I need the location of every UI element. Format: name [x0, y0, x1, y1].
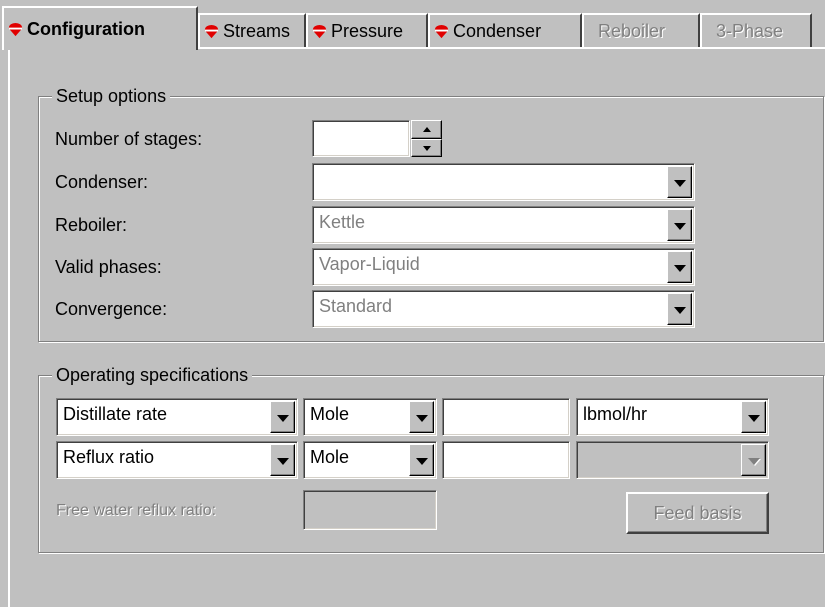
up-arrow-icon: [422, 127, 431, 132]
tab-label: 3-Phase: [716, 21, 784, 41]
spec-value-input-2[interactable]: [442, 441, 570, 479]
dropdown-button[interactable]: [741, 401, 766, 433]
tab-label: Reboiler: [598, 21, 666, 41]
dropdown-button[interactable]: [667, 166, 692, 198]
convergence-label: Convergence:: [55, 299, 168, 319]
dropdown-button[interactable]: [667, 209, 692, 241]
down-arrow-icon: [422, 145, 431, 151]
tab-label: Configuration: [27, 18, 145, 39]
dropdown-button[interactable]: [409, 444, 434, 476]
chevron-down-icon: [276, 414, 289, 422]
reboiler-label: Reboiler:: [55, 215, 128, 235]
dropdown-button[interactable]: [741, 444, 766, 476]
setup-options-title: Setup options: [52, 86, 171, 106]
chevron-down-icon: [415, 457, 428, 465]
chevron-down-icon: [747, 414, 760, 422]
tab-pressure[interactable]: Pressure: [306, 13, 428, 48]
basis-select-2[interactable]: Mole: [303, 441, 437, 479]
dropdown-button[interactable]: [667, 251, 692, 283]
red-status-icon: [8, 22, 23, 36]
chevron-down-icon: [276, 457, 289, 465]
chevron-down-icon: [673, 179, 686, 187]
chevron-down-icon: [673, 264, 686, 272]
tab-configuration[interactable]: Configuration: [2, 6, 198, 50]
tab-streams[interactable]: Streams: [198, 13, 306, 48]
stages-up-button[interactable]: [411, 120, 442, 139]
red-status-icon: [434, 24, 449, 39]
dropdown-button[interactable]: [409, 401, 434, 433]
chevron-down-icon: [673, 222, 686, 230]
units-select-2[interactable]: [576, 441, 769, 479]
stages-label: Number of stages:: [55, 129, 203, 149]
units-select-1[interactable]: lbmol/hr: [576, 398, 769, 436]
tab-label: Pressure: [331, 21, 404, 41]
spec-select-2[interactable]: Reflux ratio: [56, 441, 298, 479]
reboiler-select[interactable]: Kettle: [312, 206, 695, 244]
tab-reboiler[interactable]: Reboiler: [582, 13, 700, 48]
basis-select-1[interactable]: Mole: [303, 398, 437, 436]
convergence-select[interactable]: Standard: [312, 290, 695, 328]
free-water-reflux-label: Free water reflux ratio:: [56, 502, 217, 519]
feed-basis-button[interactable]: Feed basis: [626, 492, 769, 534]
tab-label: Streams: [223, 21, 291, 41]
free-water-reflux-input[interactable]: [303, 490, 437, 530]
valid-phases-select[interactable]: Vapor-Liquid: [312, 248, 695, 286]
valid-phases-label: Valid phases:: [55, 257, 162, 277]
spec-value-input-1[interactable]: [442, 398, 570, 436]
red-status-icon: [204, 24, 219, 39]
tab-label: Condenser: [453, 21, 542, 41]
condenser-label: Condenser:: [55, 172, 149, 192]
dropdown-button[interactable]: [270, 444, 295, 476]
dropdown-button[interactable]: [667, 293, 692, 325]
tab-3-phase[interactable]: 3-Phase: [700, 13, 812, 48]
chevron-down-icon: [747, 457, 760, 465]
red-status-icon: [312, 24, 327, 39]
stages-down-button[interactable]: [411, 139, 442, 157]
condenser-select[interactable]: [312, 163, 695, 201]
tab-condenser[interactable]: Condenser: [428, 13, 582, 48]
chevron-down-icon: [673, 306, 686, 314]
dropdown-button[interactable]: [270, 401, 295, 433]
stages-input[interactable]: [312, 120, 410, 157]
spec-select-1[interactable]: Distillate rate: [56, 398, 298, 436]
operating-specs-title: Operating specifications: [52, 365, 253, 385]
chevron-down-icon: [415, 414, 428, 422]
